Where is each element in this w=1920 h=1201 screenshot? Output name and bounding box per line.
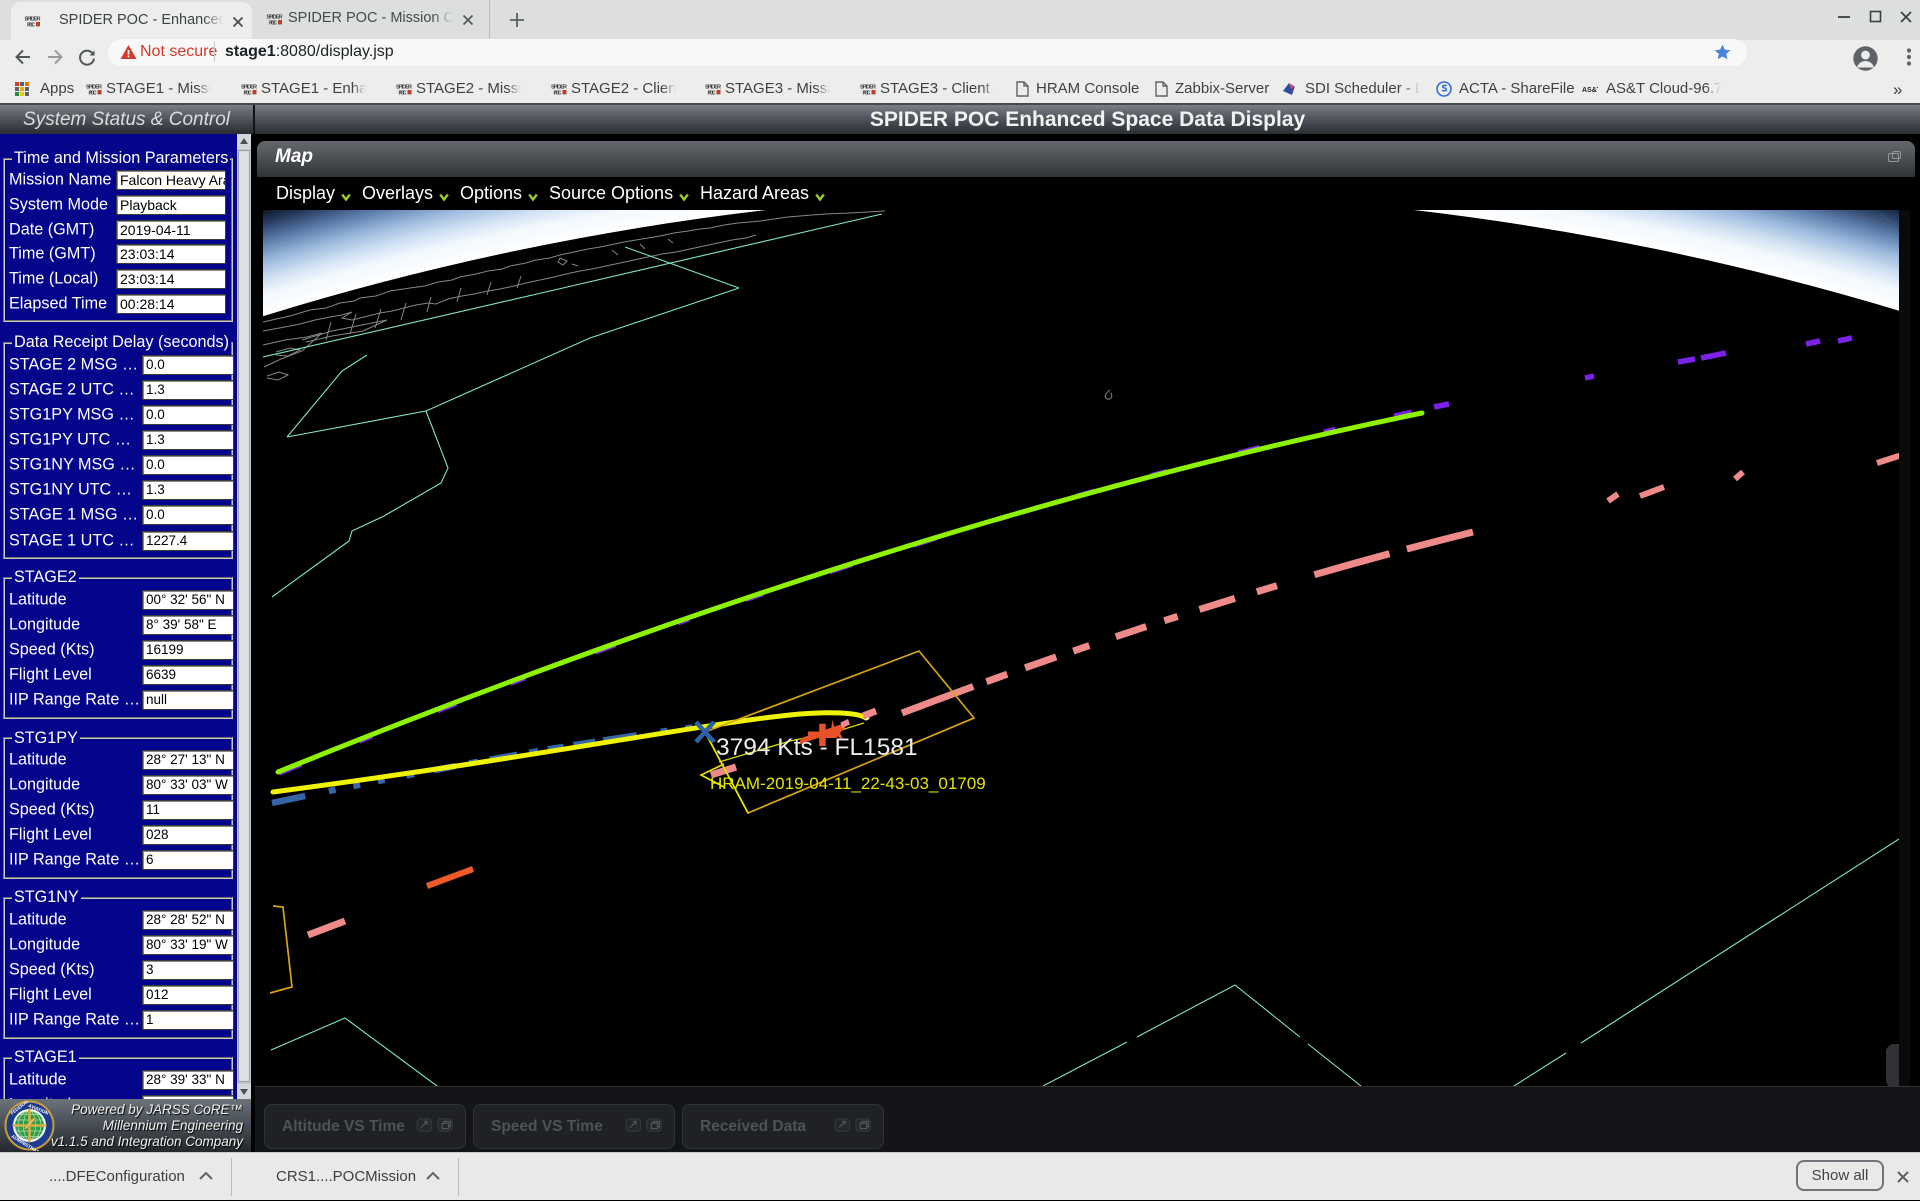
svg-text:AS&T: AS&T [1582, 87, 1598, 94]
svg-text:HRAM-2019-04-11_22-43-03_01709: HRAM-2019-04-11_22-43-03_01709 [710, 774, 986, 793]
svg-text:3794 Kts - FL1581: 3794 Kts - FL1581 [716, 734, 918, 761]
